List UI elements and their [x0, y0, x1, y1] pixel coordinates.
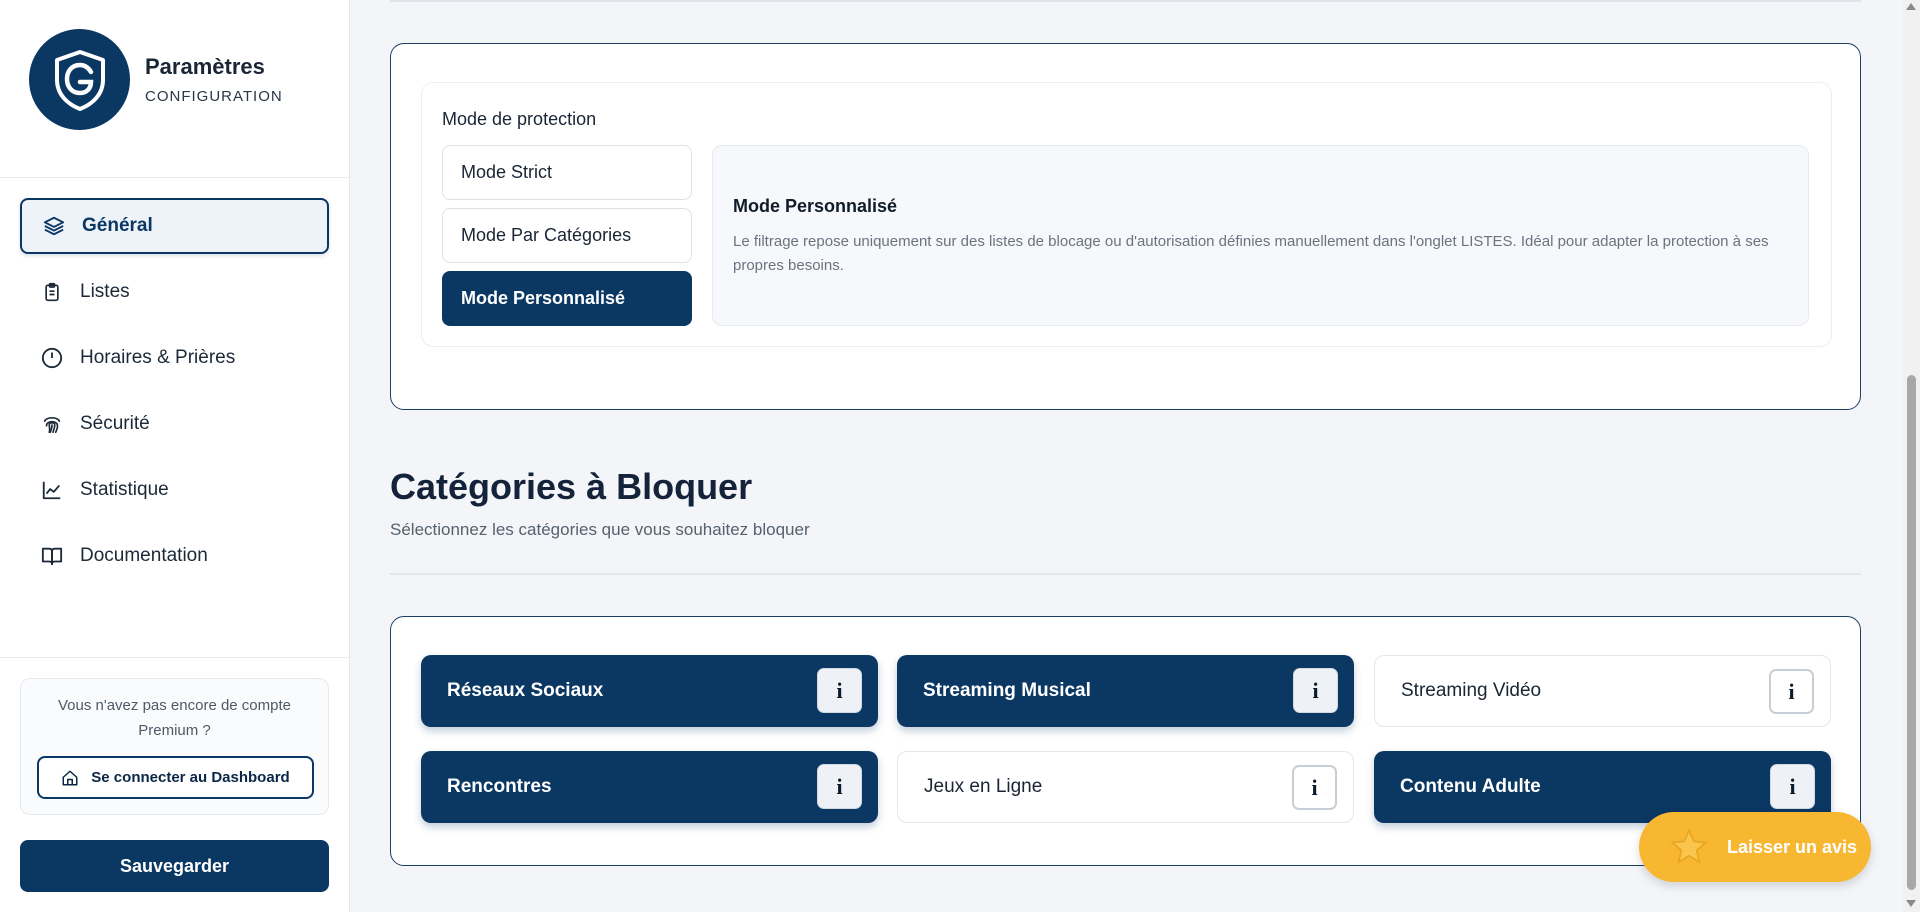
- info-icon[interactable]: i: [817, 764, 862, 809]
- category-label: Réseaux Sociaux: [447, 680, 604, 701]
- brand: Paramètres CONFIGURATION: [29, 29, 283, 130]
- brand-subtitle: CONFIGURATION: [145, 88, 283, 105]
- protection-mode-label: Mode de protection: [442, 109, 597, 129]
- clipboard-icon: [40, 280, 64, 304]
- layers-icon: [42, 214, 66, 238]
- mode-description-text: Le filtrage repose uniquement sur des li…: [733, 233, 1769, 274]
- sidebar-item-label: Sécurité: [80, 413, 150, 434]
- app-root: Paramètres CONFIGURATION Général Listes: [0, 0, 1920, 912]
- fingerprint-icon: [40, 412, 64, 436]
- categories-title: Catégories à Bloquer: [390, 466, 753, 507]
- sidebar-item-securite[interactable]: Sécurité: [20, 396, 329, 452]
- info-icon[interactable]: i: [1770, 764, 1815, 809]
- mode-categories-button[interactable]: Mode Par Catégories: [442, 208, 692, 263]
- info-icon[interactable]: i: [1293, 668, 1338, 713]
- mode-custom-button[interactable]: Mode Personnalisé: [442, 271, 692, 326]
- category-label: Streaming Vidéo: [1401, 680, 1542, 701]
- category-label: Contenu Adulte: [1400, 776, 1541, 797]
- sidebar-item-label: Documentation: [80, 545, 208, 566]
- mode-strict-button[interactable]: Mode Strict: [442, 145, 692, 200]
- sidebar-item-label: Général: [82, 215, 153, 236]
- home-icon: [61, 769, 79, 787]
- scroll-thumb[interactable]: [1907, 375, 1916, 890]
- category-reseaux-sociaux[interactable]: Réseaux Sociaux i: [421, 655, 878, 727]
- protection-mode-card: Mode de protection Mode Strict Mode Par …: [390, 43, 1861, 410]
- brand-title: Paramètres: [145, 54, 265, 79]
- clock-icon: [40, 346, 64, 370]
- sidebar-item-label: Listes: [80, 281, 130, 302]
- sidebar-nav: Général Listes Horaires & Prières Sécuri…: [20, 198, 329, 594]
- star-icon: [1669, 827, 1709, 867]
- category-rencontres[interactable]: Rencontres i: [421, 751, 878, 823]
- sidebar-item-horaires[interactable]: Horaires & Prières: [20, 330, 329, 386]
- info-icon[interactable]: i: [817, 668, 862, 713]
- scroll-down-arrow[interactable]: [1906, 900, 1916, 907]
- sidebar-divider: [0, 177, 350, 178]
- category-label: Jeux en Ligne: [924, 776, 1043, 797]
- scroll-up-arrow[interactable]: [1906, 3, 1916, 10]
- info-icon[interactable]: i: [1769, 669, 1814, 714]
- sidebar-item-label: Horaires & Prières: [80, 347, 236, 368]
- sidebar-item-documentation[interactable]: Documentation: [20, 528, 329, 584]
- dashboard-login-button[interactable]: Se connecter au Dashboard: [37, 756, 314, 799]
- mode-description: Mode Personnalisé Le filtrage repose uni…: [712, 145, 1809, 326]
- sidebar: Paramètres CONFIGURATION Général Listes: [0, 0, 350, 912]
- categories-card: Réseaux Sociaux i Streaming Musical i St…: [390, 616, 1861, 866]
- line-chart-icon: [40, 478, 64, 502]
- premium-box: Vous n'avez pas encore de compte Premium…: [20, 678, 329, 815]
- category-jeux-en-ligne[interactable]: Jeux en Ligne i: [897, 751, 1354, 823]
- save-button[interactable]: Sauvegarder: [20, 840, 329, 892]
- info-icon[interactable]: i: [1292, 765, 1337, 810]
- shield-g-icon: [29, 29, 130, 130]
- book-icon: [40, 544, 64, 568]
- top-divider: [390, 0, 1861, 2]
- main-content: Mode de protection Mode Strict Mode Par …: [351, 0, 1900, 912]
- category-label: Streaming Musical: [923, 680, 1091, 701]
- sidebar-item-general[interactable]: Général: [20, 198, 329, 254]
- leave-review-label: Laisser un avis: [1727, 836, 1858, 857]
- sidebar-item-label: Statistique: [80, 479, 169, 500]
- sidebar-item-statistique[interactable]: Statistique: [20, 462, 329, 518]
- sidebar-item-listes[interactable]: Listes: [20, 264, 329, 320]
- sidebar-divider: [0, 657, 350, 658]
- protection-mode-panel: Mode de protection Mode Strict Mode Par …: [421, 82, 1832, 347]
- dashboard-login-label: Se connecter au Dashboard: [91, 769, 290, 786]
- categories-divider: [390, 573, 1861, 575]
- premium-text: Vous n'avez pas encore de compte Premium…: [57, 697, 291, 739]
- mode-description-title: Mode Personnalisé: [733, 196, 898, 216]
- categories-subtitle: Sélectionnez les catégories que vous sou…: [390, 520, 810, 539]
- page-scrollbar[interactable]: [1903, 0, 1920, 912]
- leave-review-button[interactable]: Laisser un avis: [1639, 812, 1871, 882]
- category-streaming-musical[interactable]: Streaming Musical i: [897, 655, 1354, 727]
- category-label: Rencontres: [447, 776, 552, 797]
- category-streaming-video[interactable]: Streaming Vidéo i: [1374, 655, 1831, 727]
